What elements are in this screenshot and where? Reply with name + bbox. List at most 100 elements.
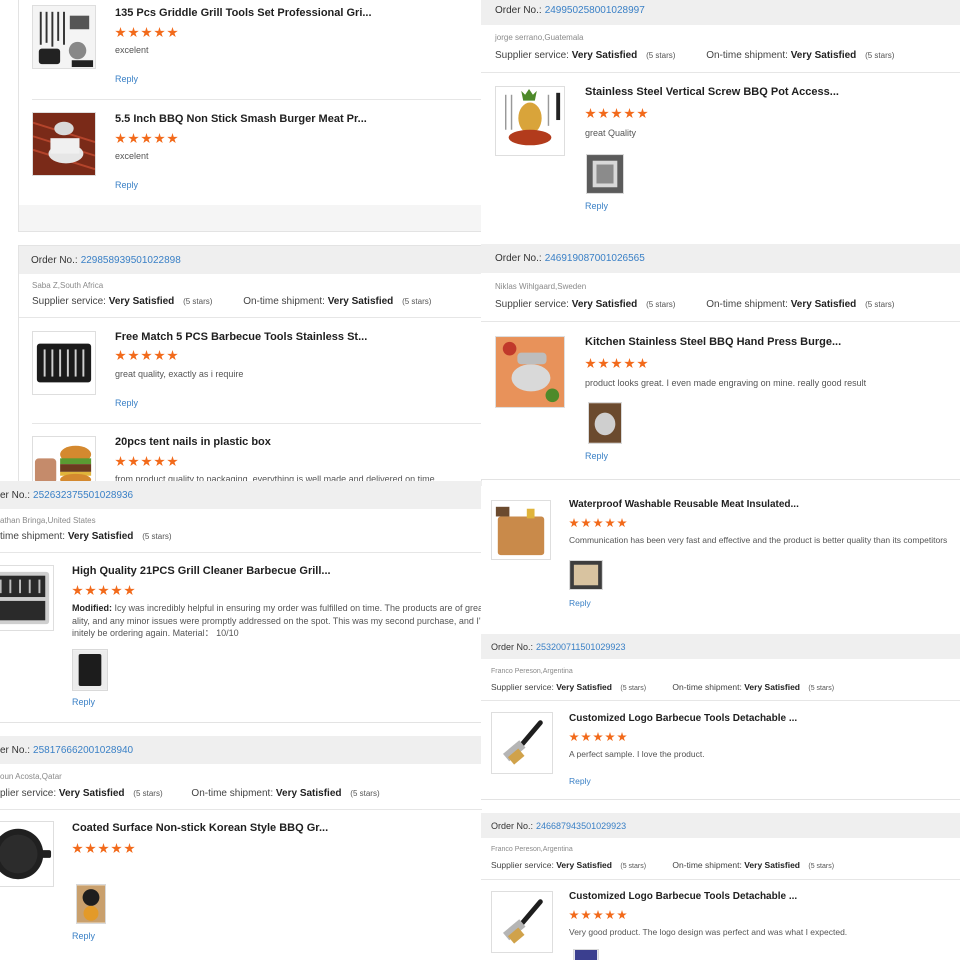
ontime-stars-note: (5 stars) bbox=[865, 51, 895, 60]
ontime-shipment-label: On-time shipment: bbox=[706, 299, 788, 310]
order-number-link[interactable]: 246687943501029923 bbox=[536, 821, 626, 831]
reply-link[interactable]: Reply bbox=[569, 598, 591, 608]
tools-case-icon bbox=[0, 566, 53, 630]
order-bar: Order No.: 246919087001026565 bbox=[481, 244, 960, 273]
order-label: Order No.: bbox=[491, 641, 534, 652]
reply-link[interactable]: Reply bbox=[585, 451, 608, 461]
ontime-shipment-value: Very Satisfied bbox=[67, 531, 134, 542]
reply-link[interactable]: Reply bbox=[72, 931, 95, 941]
reply-link[interactable]: Reply bbox=[569, 776, 591, 786]
product-image-burger-press[interactable] bbox=[32, 112, 96, 176]
product-title[interactable]: 20pcs tent nails in plastic box bbox=[115, 436, 271, 448]
ontime-shipment-label: On-time shipment: bbox=[672, 682, 742, 692]
product-title[interactable]: 135 Pcs Griddle Grill Tools Set Professi… bbox=[115, 7, 372, 19]
product-image-barbecue-tool-logo[interactable] bbox=[491, 891, 553, 953]
reply-link[interactable]: Reply bbox=[115, 74, 138, 84]
ontime-shipment-label: On-time shipment: bbox=[672, 860, 742, 870]
ontime-stars-note: (5 stars) bbox=[350, 789, 380, 798]
pineapple-roaster-icon bbox=[496, 87, 564, 155]
order-label: er No.: bbox=[0, 489, 31, 501]
order-number-link[interactable]: 252632375501028936 bbox=[33, 490, 133, 501]
product-title[interactable]: Coated Surface Non-stick Korean Style BB… bbox=[72, 822, 328, 834]
supplier-service-label: Supplier service: bbox=[32, 296, 106, 307]
order-number-link[interactable]: 253200711501029923 bbox=[536, 642, 625, 652]
grill-scraper-icon bbox=[492, 713, 552, 773]
rating-stars bbox=[72, 843, 135, 854]
review-photo-thumbnail[interactable] bbox=[588, 402, 622, 444]
order-number-link[interactable]: 246919087001026565 bbox=[545, 253, 645, 264]
star-icon bbox=[167, 133, 178, 144]
reply-link[interactable]: Reply bbox=[585, 201, 608, 211]
rating-stars bbox=[115, 27, 178, 38]
divider bbox=[0, 809, 482, 810]
order-number-link[interactable]: 249950258001028997 bbox=[545, 5, 645, 16]
product-image-tent-nails[interactable] bbox=[32, 436, 96, 482]
product-image-barbecue-tool-logo[interactable] bbox=[491, 712, 553, 774]
star-icon bbox=[581, 732, 591, 742]
order-bar: er No.: 252632375501028936 bbox=[0, 481, 482, 509]
star-icon bbox=[585, 108, 596, 119]
rating-stars bbox=[569, 518, 627, 528]
review-comment: Communication has been very fast and eff… bbox=[569, 535, 948, 545]
review-comment: A perfect sample. I love the product. bbox=[569, 749, 705, 759]
star-icon bbox=[141, 350, 152, 361]
order-number-link[interactable]: 258176662001028940 bbox=[33, 745, 133, 756]
burger-press-icon bbox=[496, 337, 564, 407]
review-comment: product looks great. I even made engravi… bbox=[585, 378, 867, 388]
ontime-shipment-label: On-time shipment: bbox=[243, 296, 325, 307]
black-bag-photo-icon bbox=[73, 650, 107, 690]
product-title[interactable]: Stainless Steel Vertical Screw BBQ Pot A… bbox=[585, 86, 839, 98]
product-image-griddle-tools-set[interactable] bbox=[32, 5, 96, 69]
review-photo-thumbnail[interactable] bbox=[573, 949, 599, 960]
buyer-name: Saba Z,South Africa bbox=[32, 281, 104, 290]
star-icon bbox=[569, 518, 579, 528]
buyer-name: athan Bringa,United States bbox=[0, 516, 96, 525]
ontime-shipment-value: Very Satisfied bbox=[327, 296, 394, 307]
review-panel-order: Order No.: 253200711501029923 Franco Per… bbox=[481, 634, 960, 800]
review-photo-thumbnail[interactable] bbox=[569, 560, 603, 590]
review-photo-thumbnail[interactable] bbox=[586, 154, 624, 194]
product-image-grill-cleaner-set[interactable] bbox=[0, 565, 54, 631]
product-title[interactable]: High Quality 21PCS Grill Cleaner Barbecu… bbox=[72, 565, 331, 577]
product-title[interactable]: 5.5 Inch BBQ Non Stick Smash Burger Meat… bbox=[115, 113, 367, 125]
product-image-vertical-screw-bbq[interactable] bbox=[495, 86, 565, 156]
star-icon bbox=[98, 585, 109, 596]
product-title[interactable]: Customized Logo Barbecue Tools Detachabl… bbox=[569, 713, 797, 724]
service-ratings: time shipment: Very Satisfied (5 stars) bbox=[0, 531, 172, 542]
ontime-stars-note: (5 stars) bbox=[142, 532, 172, 541]
product-image-korean-bbq-grill[interactable] bbox=[0, 821, 54, 887]
star-icon bbox=[581, 518, 591, 528]
product-image-meat-insulated-bag[interactable] bbox=[491, 500, 551, 560]
review-comment: great Quality bbox=[585, 128, 637, 138]
star-icon bbox=[598, 358, 609, 369]
product-title[interactable]: Free Match 5 PCS Barbecue Tools Stainles… bbox=[115, 331, 367, 343]
star-icon bbox=[593, 518, 603, 528]
star-icon bbox=[154, 456, 165, 467]
star-icon bbox=[154, 27, 165, 38]
review-photo-thumbnail[interactable] bbox=[72, 649, 108, 691]
ontime-stars-note: (5 stars) bbox=[808, 685, 835, 692]
order-number-link[interactable]: 229858939501022898 bbox=[81, 255, 181, 266]
reply-link[interactable]: Reply bbox=[115, 180, 138, 190]
review-photo-thumbnail[interactable] bbox=[76, 884, 106, 924]
buyer-name: jorge serrano,Guatemala bbox=[495, 33, 584, 42]
reply-link[interactable]: Reply bbox=[115, 398, 138, 408]
review-comment: excelent bbox=[115, 45, 149, 55]
product-title[interactable]: Kitchen Stainless Steel BBQ Hand Press B… bbox=[585, 336, 841, 348]
rating-stars bbox=[585, 358, 648, 369]
product-title[interactable]: Waterproof Washable Reusable Meat Insula… bbox=[569, 499, 799, 510]
review-panel-order: er No.: 258176662001028940 oun Acosta,Qa… bbox=[0, 736, 482, 960]
product-title[interactable]: Customized Logo Barbecue Tools Detachabl… bbox=[569, 891, 797, 902]
reply-link[interactable]: Reply bbox=[72, 697, 95, 707]
divider bbox=[32, 99, 481, 100]
buyer-name: Niklas Wihlgaard,Sweden bbox=[495, 282, 587, 291]
ontime-shipment-label: On-time shipment: bbox=[191, 788, 274, 799]
product-image-hand-press-burger[interactable] bbox=[495, 336, 565, 408]
star-icon bbox=[128, 27, 139, 38]
supplier-service-label: Supplier service: bbox=[491, 682, 554, 692]
ontime-shipment-value: Very Satisfied bbox=[275, 788, 342, 799]
product-image-bbq-tools-case[interactable] bbox=[32, 331, 96, 395]
order-label: er No.: bbox=[0, 744, 31, 756]
service-ratings: Supplier service: Very Satisfied (5 star… bbox=[32, 296, 431, 307]
review-comment: excelent bbox=[115, 151, 149, 161]
